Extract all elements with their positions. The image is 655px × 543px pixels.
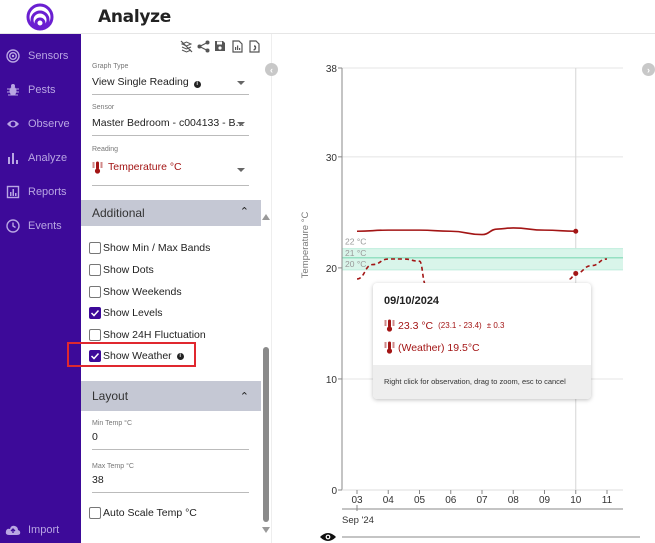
y-axis-label: Temperature °C: [300, 212, 311, 279]
level-label: 22 °C: [345, 237, 366, 247]
tooltip-reading: 23.3 °C: [398, 319, 434, 332]
grid: [342, 67, 623, 491]
y-tick-label: 0: [331, 486, 337, 497]
temperature-chart[interactable]: 22 °C21 °C20 °C 0 10 20 30 38 03 04 05 06 07 08 09 1…: [0, 0, 655, 543]
x-tick-label: 10: [570, 495, 582, 506]
tooltip-date: 09/10/2024: [384, 295, 440, 307]
hover-point-temperature: [573, 228, 579, 234]
x-tick-label: 11: [602, 495, 613, 506]
x-tick-label: 04: [383, 495, 395, 506]
y-tick-label: 30: [326, 153, 338, 164]
x-tick-label: 03: [351, 495, 363, 506]
level-bands: 22 °C21 °C20 °C: [342, 237, 623, 271]
tooltip-weather: (Weather) 19.5°C: [398, 341, 480, 354]
chart-tooltip: 09/10/2024 23.3 °C (23.1 - 23.4) ± 0.3 (…: [373, 283, 591, 399]
thermometer-icon: [384, 319, 395, 332]
level-label: 21 °C: [345, 248, 366, 258]
level-label: 20 °C: [345, 259, 366, 269]
x-tick-label: 06: [445, 495, 457, 506]
x-tick-label: 09: [539, 495, 551, 506]
tooltip-reading-row: 23.3 °C (23.1 - 23.4) ± 0.3: [384, 319, 504, 332]
y-tick-label: 38: [326, 64, 338, 75]
tooltip-footer: Right click for observation, drag to zoo…: [373, 365, 591, 399]
x-axis-month-label: Sep '24: [342, 515, 374, 526]
y-tick-label: 10: [326, 375, 338, 386]
tooltip-weather-row: (Weather) 19.5°C: [384, 341, 480, 354]
x-tick-label: 08: [508, 495, 520, 506]
app-root: Analyze Sensors Pests Observe Analyze Re…: [0, 0, 655, 543]
x-tick-label: 07: [476, 495, 488, 506]
thermometer-icon: [384, 341, 395, 354]
y-tick-label: 20: [326, 264, 338, 275]
eye-icon[interactable]: [320, 533, 336, 541]
tooltip-range: (23.1 - 23.4): [438, 321, 482, 330]
x-tick-label: 05: [414, 495, 426, 506]
tooltip-fluctuation: ± 0.3: [486, 321, 505, 330]
hover-point-weather: [573, 270, 579, 276]
temperature-series-line: [356, 227, 576, 236]
